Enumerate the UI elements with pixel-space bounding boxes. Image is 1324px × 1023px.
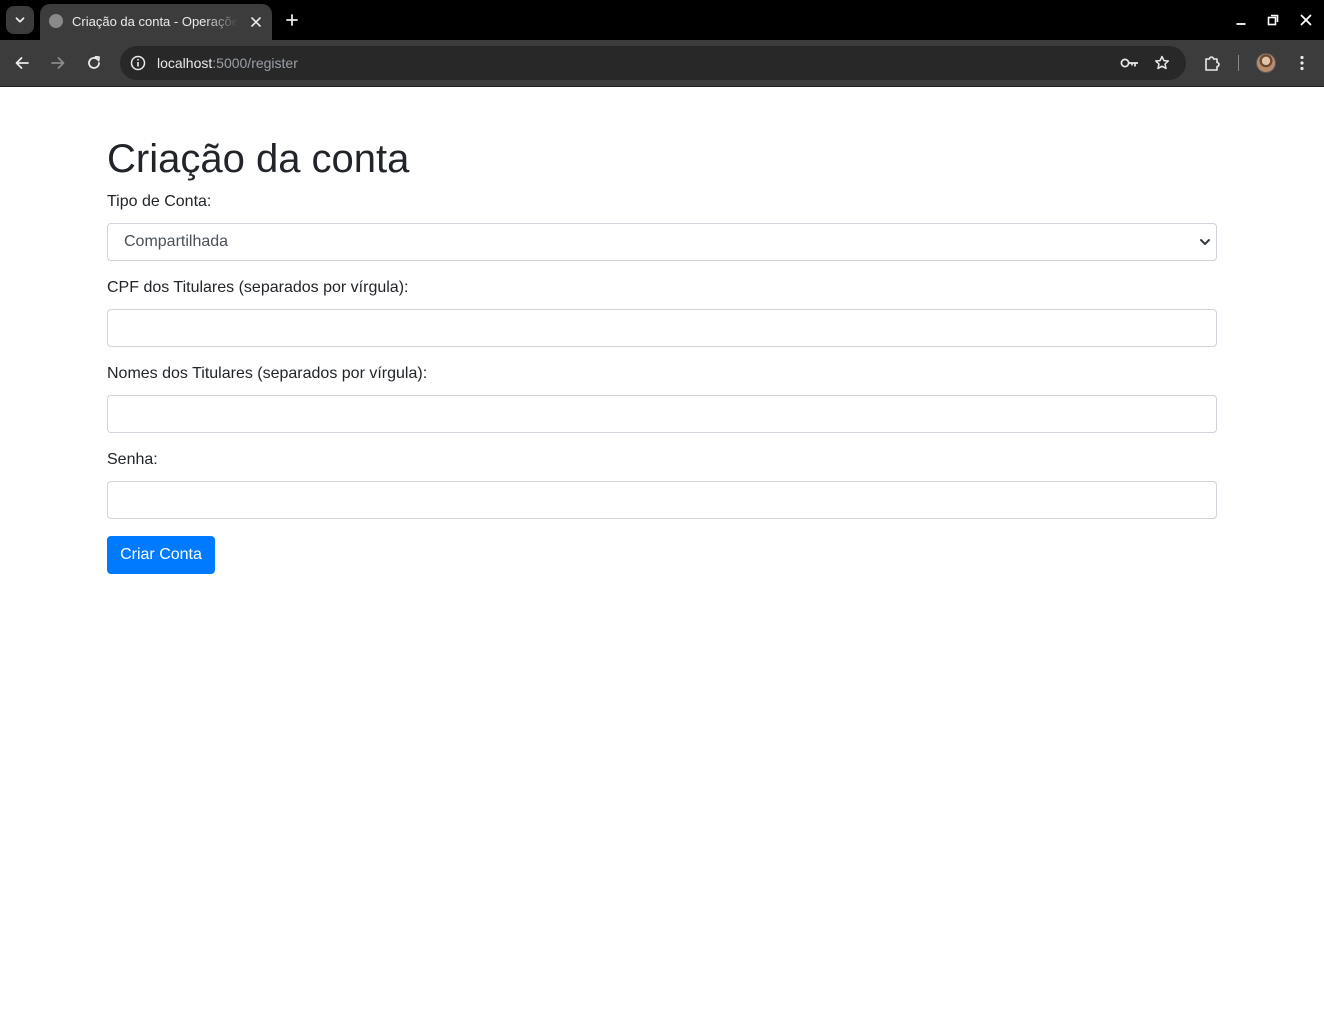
reload-icon — [88, 55, 100, 69]
reload-button[interactable] — [80, 49, 108, 77]
key-icon — [1120, 58, 1138, 68]
address-bar[interactable]: localhost:5000/register — [120, 46, 1186, 80]
tab-title: Criação da conta - Operações — [72, 14, 238, 29]
close-icon — [1300, 14, 1312, 26]
chevron-down-icon — [1198, 235, 1212, 249]
profile-avatar[interactable] — [1256, 53, 1276, 73]
site-info-button[interactable] — [128, 53, 148, 73]
browser-tab-active[interactable]: Criação da conta - Operações — [40, 4, 272, 40]
maximize-window-button[interactable] — [1261, 8, 1285, 32]
browser-toolbar: localhost:5000/register — [0, 40, 1324, 86]
password-label: Senha: — [107, 451, 158, 468]
account-type-select[interactable]: Compartilhada — [107, 223, 1217, 261]
names-input[interactable] — [107, 395, 1217, 433]
new-tab-button[interactable] — [280, 8, 304, 32]
restore-icon — [1267, 14, 1279, 26]
bookmark-button[interactable] — [1152, 53, 1172, 73]
minimize-icon — [1236, 23, 1246, 25]
minimize-window-button[interactable] — [1229, 8, 1253, 32]
info-icon — [130, 55, 146, 71]
arrow-right-icon — [51, 57, 65, 69]
close-window-button[interactable] — [1294, 8, 1318, 32]
globe-icon — [49, 14, 63, 28]
page-viewport: Criação da conta Tipo de Conta: Comparti… — [0, 87, 1324, 1023]
url-host: localhost — [157, 55, 213, 71]
browser-titlebar: Criação da conta - Operações — [0, 0, 1324, 40]
cpf-input[interactable] — [107, 309, 1217, 347]
tab-search-button[interactable] — [6, 6, 34, 34]
account-type-label: Tipo de Conta: — [107, 193, 212, 210]
forward-button[interactable] — [44, 49, 72, 77]
account-type-selected-value: Compartilhada — [124, 233, 229, 250]
create-account-button[interactable]: Criar Conta — [107, 536, 215, 574]
tab-close-button[interactable] — [246, 12, 266, 32]
arrow-left-icon — [15, 57, 29, 69]
plus-icon — [286, 14, 298, 26]
star-icon — [1154, 55, 1170, 70]
url-text[interactable]: localhost:5000/register — [157, 54, 298, 72]
password-input[interactable] — [107, 481, 1217, 519]
url-path: :5000/register — [212, 55, 298, 71]
puzzle-icon — [1205, 56, 1220, 71]
browser-menu-button[interactable] — [1288, 49, 1316, 77]
page-title: Criação da conta — [107, 137, 410, 181]
kebab-menu-icon — [1300, 55, 1304, 71]
password-manager-button[interactable] — [1120, 53, 1140, 73]
close-icon — [251, 17, 261, 27]
cpf-label: CPF dos Titulares (separados por vírgula… — [107, 279, 409, 296]
chevron-down-icon — [15, 17, 25, 23]
toolbar-separator — [1238, 55, 1239, 71]
extensions-button[interactable] — [1198, 49, 1226, 77]
back-button[interactable] — [8, 49, 36, 77]
names-label: Nomes dos Titulares (separados por vírgu… — [107, 365, 428, 382]
